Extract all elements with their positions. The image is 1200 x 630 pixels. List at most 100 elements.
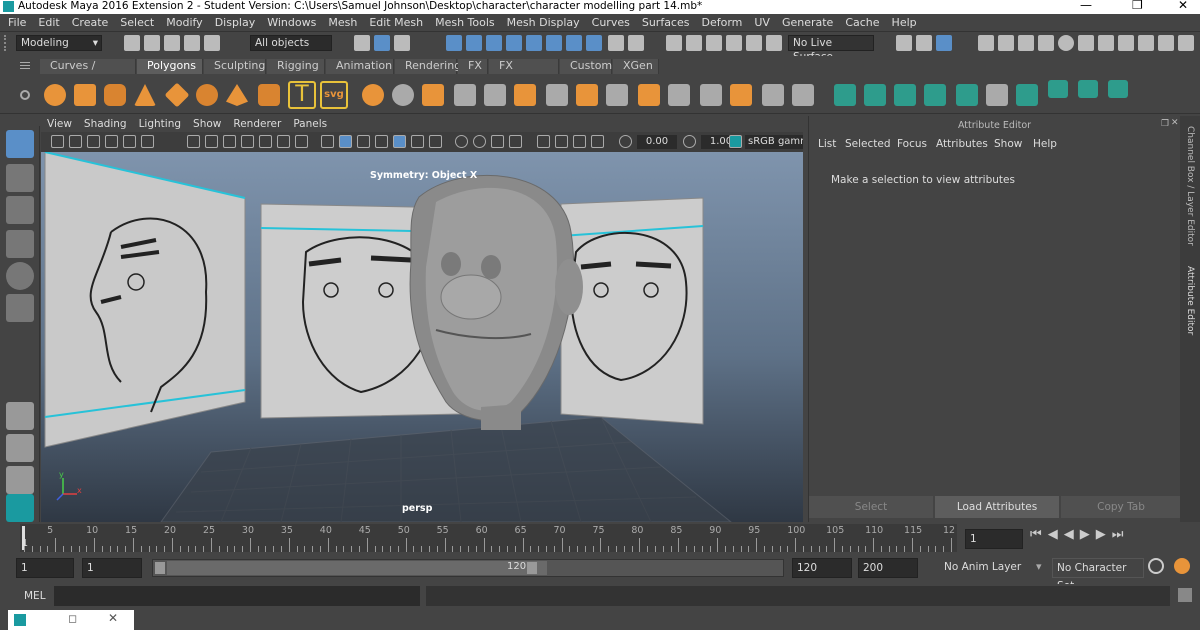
script-language-label[interactable]: MEL: [24, 590, 46, 602]
field-chart-icon[interactable]: [259, 135, 272, 148]
spherical-uv-icon[interactable]: [894, 84, 916, 106]
poly-cone-icon[interactable]: [134, 84, 156, 106]
separate-icon[interactable]: [392, 84, 414, 106]
anti-aliasing-icon[interactable]: [491, 135, 504, 148]
mirror-icon[interactable]: [454, 84, 476, 106]
exposure-field[interactable]: 0.00: [637, 135, 677, 149]
load-attributes-button[interactable]: Load Attributes: [935, 496, 1059, 518]
close-icon[interactable]: ✕: [1178, 0, 1188, 12]
shelf-tab-rigging[interactable]: Rigging: [267, 59, 325, 74]
close-panel-icon[interactable]: ✕: [1171, 118, 1179, 128]
render-settings-icon[interactable]: [1038, 35, 1054, 51]
shelf-tab-rendering[interactable]: Rendering: [395, 59, 461, 74]
boolean-icon[interactable]: [792, 84, 814, 106]
maya-m-icon-3[interactable]: [1108, 80, 1128, 98]
input-ops-icon[interactable]: [666, 35, 682, 51]
lock-icon[interactable]: [608, 35, 624, 51]
shelf-tab-sculpting[interactable]: Sculpting: [204, 59, 266, 74]
construction-history-icon[interactable]: [628, 35, 644, 51]
close-icon[interactable]: ✕: [108, 611, 118, 625]
ambient-occlusion-icon[interactable]: [455, 135, 468, 148]
automatic-uv-icon[interactable]: [924, 84, 946, 106]
unfold-uv-icon[interactable]: [956, 84, 978, 106]
shelf-tab-xgen[interactable]: XGen: [613, 59, 659, 74]
fill-hole-icon[interactable]: [606, 84, 628, 106]
play-back-icon[interactable]: ◀: [1064, 527, 1080, 542]
sidebar-toggle-icon[interactable]: [896, 35, 912, 51]
attribute-editor-tab[interactable]: Attribute Editor: [1185, 266, 1195, 335]
insert-loop-icon[interactable]: [668, 84, 690, 106]
go-to-end-icon[interactable]: ⏭: [1112, 527, 1130, 542]
minimized-window[interactable]: ◻ ✕: [8, 610, 134, 630]
target-weld-icon[interactable]: [730, 84, 752, 106]
snap-edge-icon[interactable]: [566, 35, 582, 51]
snap-view-plane-icon[interactable]: [506, 35, 522, 51]
move-tool-icon[interactable]: [6, 230, 34, 258]
planar-uv-icon[interactable]: [834, 84, 856, 106]
pivot-icon[interactable]: [766, 35, 782, 51]
tool-settings-icon[interactable]: [1098, 35, 1114, 51]
select-component-icon[interactable]: [394, 35, 410, 51]
snap-curve-icon[interactable]: [466, 35, 482, 51]
step-back-icon[interactable]: ◀: [1048, 527, 1064, 542]
render-frame-icon[interactable]: [998, 35, 1014, 51]
magnet-icon[interactable]: [726, 35, 742, 51]
menu-edit-mesh[interactable]: Edit Mesh: [363, 14, 429, 31]
gate-mask-icon[interactable]: [241, 135, 254, 148]
anim-layer-dropdown[interactable]: No Anim Layer: [940, 558, 1032, 578]
snap-grid-icon[interactable]: [446, 35, 462, 51]
ae-menu-list[interactable]: List: [818, 138, 836, 150]
text-tool-icon[interactable]: T: [288, 81, 316, 109]
menu-mesh-display[interactable]: Mesh Display: [501, 14, 586, 31]
viewport-menu-shading[interactable]: Shading: [78, 116, 133, 132]
poly-cylinder-icon[interactable]: [104, 84, 126, 106]
poly-pipe-icon[interactable]: [258, 84, 280, 106]
select-hierarchy-icon[interactable]: [354, 35, 370, 51]
save-scene-icon[interactable]: [164, 35, 180, 51]
view-transform-dropdown[interactable]: sRGB gamm: [745, 135, 803, 149]
current-frame-field[interactable]: 1: [965, 529, 1023, 549]
shelf-tab-fx-caching[interactable]: FX Caching: [489, 59, 559, 86]
offset-loop-icon[interactable]: [700, 84, 722, 106]
channel-box-tab[interactable]: Channel Box / Layer Editor: [1185, 126, 1195, 246]
poly-torus-icon[interactable]: [196, 84, 218, 106]
shelf-tab-polygons[interactable]: Polygons: [137, 59, 203, 74]
auto-key-icon[interactable]: [1148, 558, 1164, 574]
motion-blur-icon[interactable]: [473, 135, 486, 148]
output-ops-icon[interactable]: [686, 35, 702, 51]
resolution-gate-icon[interactable]: [223, 135, 236, 148]
attribute-editor-toggle-icon[interactable]: [936, 35, 952, 51]
outliner-layout-icon[interactable]: [6, 466, 34, 494]
tangent-icon[interactable]: [746, 35, 762, 51]
maya-m-icon-1[interactable]: [1048, 80, 1068, 98]
script-editor-icon[interactable]: [1178, 588, 1192, 602]
shadows-icon[interactable]: [429, 135, 442, 148]
menu-mesh[interactable]: Mesh: [322, 14, 363, 31]
grease-pencil-icon[interactable]: [123, 135, 136, 148]
modeling-toolkit-icon[interactable]: [916, 35, 932, 51]
ipr-render-icon[interactable]: [1018, 35, 1034, 51]
cylindrical-uv-icon[interactable]: [864, 84, 886, 106]
select-tool-icon[interactable]: [6, 130, 34, 158]
shelf-gear-icon[interactable]: [20, 90, 30, 100]
live-surface-field[interactable]: No Live Surface: [788, 35, 874, 63]
bookmark-icon[interactable]: [87, 135, 100, 148]
help-snap-icon[interactable]: [586, 35, 602, 51]
poly-plane-icon[interactable]: [164, 82, 190, 108]
menu-surfaces[interactable]: Surfaces: [636, 14, 696, 31]
ae-menu-show[interactable]: Show: [994, 138, 1022, 150]
selection-mask-dropdown[interactable]: All objects: [250, 35, 332, 51]
go-to-start-icon[interactable]: ⏮: [1030, 527, 1048, 542]
two-d-pan-icon[interactable]: [141, 135, 154, 148]
redo-icon[interactable]: [204, 35, 220, 51]
menu-mesh-tools[interactable]: Mesh Tools: [429, 14, 501, 31]
anim-prefs-icon[interactable]: [1174, 558, 1190, 574]
render-view-icon[interactable]: [978, 35, 994, 51]
grid-icon[interactable]: [187, 135, 200, 148]
textured-icon[interactable]: [375, 135, 388, 148]
menu-icon[interactable]: [20, 62, 30, 63]
backface-icon[interactable]: [591, 135, 604, 148]
shelf-tab-curves-surfaces[interactable]: Curves / Surfaces: [40, 59, 136, 86]
copy-tab-button[interactable]: Copy Tab: [1061, 496, 1181, 518]
poly-sphere-icon[interactable]: [44, 84, 66, 106]
